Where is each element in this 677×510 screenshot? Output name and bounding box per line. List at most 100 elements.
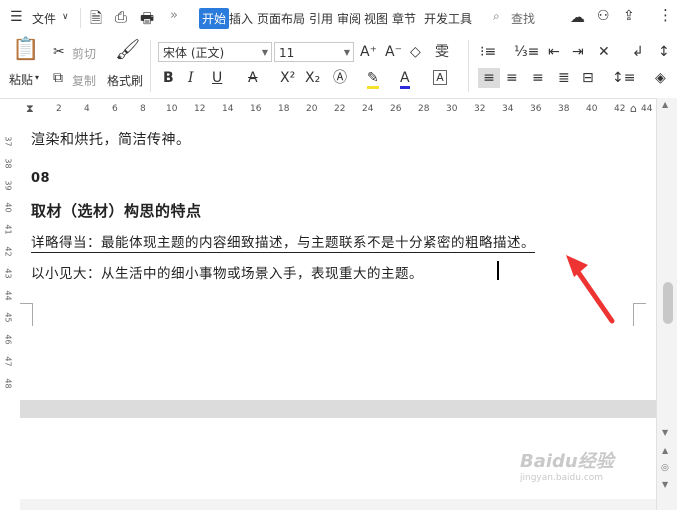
- italic-icon[interactable]: I: [188, 70, 194, 86]
- font-size-select[interactable]: 11 ▼: [274, 42, 354, 62]
- scroll-up-icon[interactable]: ▲: [662, 100, 668, 109]
- tab-view[interactable]: 视图: [364, 10, 388, 27]
- print-icon[interactable]: 🖶: [140, 8, 154, 33]
- more-options-icon[interactable]: ⋮: [658, 6, 673, 24]
- watermark: Baidu经验 jingyan.baidu.com: [520, 447, 614, 483]
- format-painter-button[interactable]: 格式刷: [107, 72, 143, 89]
- ruler-number: 16: [250, 104, 262, 114]
- cut-icon[interactable]: ✂: [53, 44, 65, 60]
- vruler-number: 41: [3, 224, 13, 235]
- vertical-scrollbar[interactable]: ▲ ▼ ▲ ◎ ▼: [656, 98, 677, 510]
- ruler-number: 42: [614, 104, 626, 114]
- align-right-icon[interactable]: ≡: [532, 70, 544, 86]
- horizontal-ruler[interactable]: ⧗ 2 4 6 8 10 12 14 16 18 20 22 24 26 28 …: [0, 98, 677, 122]
- vruler-number: 44: [3, 290, 13, 301]
- ruler-number: 28: [418, 104, 430, 114]
- shading-icon[interactable]: ◈: [655, 70, 666, 86]
- vruler-number: 40: [3, 202, 13, 213]
- select-browse-icon[interactable]: ◎: [661, 463, 669, 473]
- underlined-paragraph: 详略得当：最能体现主题的内容细致描述，与主题联系不是十分紧密的粗略描述。: [31, 231, 535, 253]
- font-color-icon[interactable]: A: [400, 70, 410, 89]
- clear-format-icon[interactable]: ◇: [410, 44, 421, 60]
- vruler-number: 42: [3, 246, 13, 257]
- paste-dropdown-icon[interactable]: ▾: [35, 73, 39, 82]
- highlight-icon[interactable]: ✎: [367, 70, 379, 89]
- user-icon[interactable]: ⚇: [597, 8, 610, 24]
- margin-mark: [633, 303, 646, 326]
- paste-icon[interactable]: 📋: [12, 39, 39, 61]
- hamburger-menu-icon[interactable]: ☰: [10, 9, 23, 25]
- numbered-list-icon[interactable]: ⅓≡: [514, 44, 539, 60]
- export-icon[interactable]: ⎙: [115, 8, 127, 26]
- vruler-number: 48: [3, 378, 13, 389]
- pinyin-guide-icon[interactable]: 雯: [435, 44, 449, 60]
- share-icon[interactable]: ⇪: [623, 8, 635, 24]
- ruler-number: 14: [222, 104, 234, 114]
- subscript-icon[interactable]: X₂: [305, 70, 320, 86]
- format-painter-icon[interactable]: 🖌: [115, 39, 140, 59]
- ruler-number: 22: [334, 104, 346, 114]
- chevron-down-icon[interactable]: ∨: [62, 12, 69, 22]
- horizontal-scrollbar[interactable]: [20, 499, 656, 510]
- right-indent-marker-icon[interactable]: ⌂: [630, 102, 637, 115]
- indent-marker-icon[interactable]: ⧗: [26, 102, 34, 116]
- ruler-number: 36: [530, 104, 542, 114]
- scroll-down-icon[interactable]: ▼: [662, 428, 668, 437]
- search-label[interactable]: 查找: [511, 10, 535, 27]
- tab-review[interactable]: 审阅: [337, 10, 361, 27]
- chinese-layout-icon[interactable]: ✕: [598, 44, 610, 60]
- increase-indent-icon[interactable]: ⇥: [572, 44, 584, 60]
- scrollbar-thumb[interactable]: [663, 282, 673, 324]
- watermark-url: jingyan.baidu.com: [520, 473, 604, 483]
- ruler-number: 20: [306, 104, 318, 114]
- prev-page-icon[interactable]: ▲: [662, 446, 668, 455]
- text-direction-icon[interactable]: ↲: [632, 44, 644, 60]
- align-left-icon[interactable]: ≡: [478, 68, 500, 88]
- vruler-number: 39: [3, 180, 13, 191]
- decrease-indent-icon[interactable]: ⇤: [548, 44, 560, 60]
- ruler-number: 32: [474, 104, 486, 114]
- tab-insert[interactable]: 插入: [229, 10, 253, 27]
- ruler-number: 2: [56, 104, 62, 114]
- next-page-icon[interactable]: ▼: [662, 480, 668, 489]
- font-name-select[interactable]: 宋体 (正文) ▼: [158, 42, 272, 62]
- cut-button[interactable]: 剪切: [72, 45, 96, 62]
- watermark-brand: Baidu经验: [520, 451, 614, 472]
- tab-developer[interactable]: 开发工具: [424, 10, 472, 27]
- decrease-font-icon[interactable]: A⁻: [385, 44, 402, 60]
- page-break-gap: [20, 400, 656, 418]
- line-spacing-icon[interactable]: ↕≡: [612, 70, 635, 86]
- more-icon[interactable]: »: [170, 8, 178, 23]
- underline-icon[interactable]: U: [212, 70, 222, 86]
- vertical-ruler[interactable]: 37 38 39 40 41 42 43 44 45 46 47 48: [0, 121, 21, 510]
- increase-font-icon[interactable]: A⁺: [360, 44, 377, 60]
- copy-button[interactable]: 复制: [72, 72, 96, 89]
- justify-icon[interactable]: ≣: [558, 70, 570, 86]
- save-icon[interactable]: 🗎: [90, 8, 102, 33]
- text-effect-icon[interactable]: Ⓐ: [333, 70, 347, 86]
- char-border-icon[interactable]: A: [433, 70, 447, 85]
- ruler-number: 38: [558, 104, 570, 114]
- paste-button[interactable]: 粘贴: [9, 71, 33, 88]
- font-name-value: 宋体 (正文): [163, 46, 225, 60]
- bold-icon[interactable]: B: [163, 70, 174, 86]
- superscript-icon[interactable]: X²: [280, 70, 295, 86]
- file-menu[interactable]: 文件: [32, 10, 56, 27]
- distributed-icon[interactable]: ⊟: [582, 70, 594, 86]
- copy-icon[interactable]: ⧉: [53, 70, 63, 86]
- ruler-number: 10: [166, 104, 178, 114]
- search-icon[interactable]: ⌕: [493, 9, 500, 24]
- strikethrough-icon[interactable]: A: [248, 70, 258, 86]
- align-center-icon[interactable]: ≡: [506, 70, 518, 86]
- cloud-sync-icon[interactable]: ☁: [570, 8, 585, 26]
- paragraph-text-last: 以小见大：从生活中的细小事物或场景入手，表现重大的主题。: [31, 266, 423, 282]
- ruler-number: 8: [140, 104, 146, 114]
- sort-icon[interactable]: ↕: [658, 44, 670, 60]
- tab-references[interactable]: 引用: [309, 10, 333, 27]
- ruler-number: 40: [586, 104, 598, 114]
- tab-home[interactable]: 开始: [199, 8, 230, 29]
- bullet-list-icon[interactable]: ⁝≡: [480, 44, 496, 60]
- ruler-number: 6: [112, 104, 118, 114]
- tab-section[interactable]: 章节: [392, 10, 416, 27]
- tab-page-layout[interactable]: 页面布局: [257, 10, 305, 27]
